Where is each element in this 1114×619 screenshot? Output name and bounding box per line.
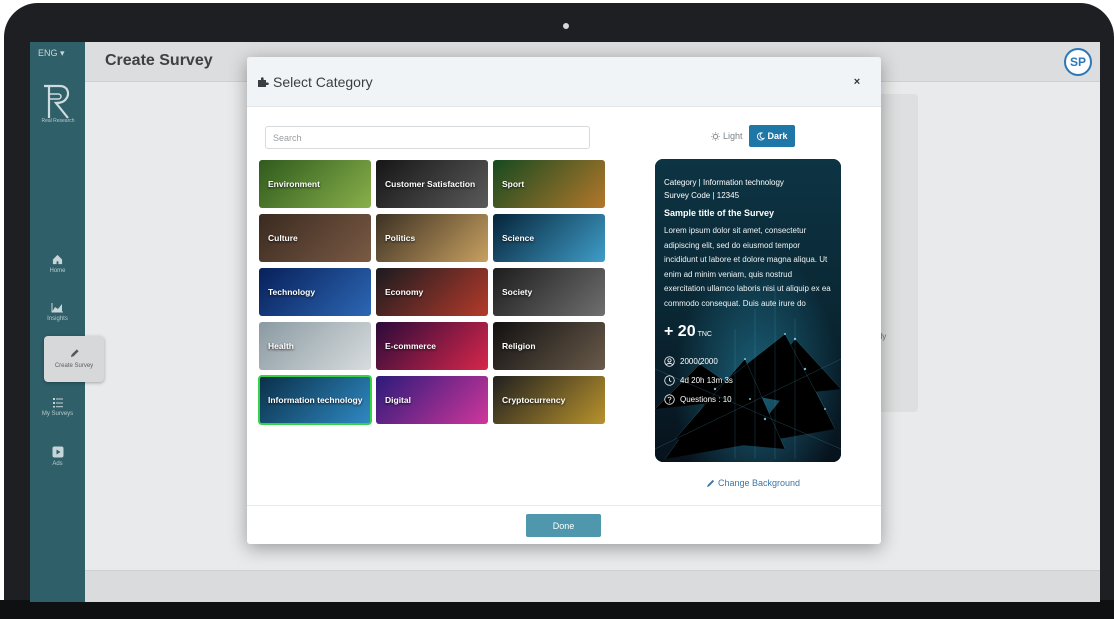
modal-title: Select Category <box>257 74 373 90</box>
app-footer <box>85 570 1100 602</box>
sidebar-item-label: My Surveys <box>41 411 74 417</box>
dark-theme-button[interactable]: Dark <box>748 125 795 147</box>
category-tile[interactable]: Customer Satisfaction <box>376 160 488 208</box>
category-tile[interactable]: Religion <box>493 322 605 370</box>
category-label: Health <box>268 341 294 351</box>
category-label: Society <box>502 287 533 297</box>
category-tile[interactable]: Environment <box>259 160 371 208</box>
category-tile[interactable]: Economy <box>376 268 488 316</box>
sidebar-item-my-surveys[interactable]: My Surveys <box>30 396 85 417</box>
category-tile[interactable]: Technology <box>259 268 371 316</box>
category-label: Religion <box>502 341 536 351</box>
pencil-icon <box>70 349 79 358</box>
category-label: Customer Satisfaction <box>385 179 476 189</box>
category-label: Sport <box>502 179 525 189</box>
time-left-row: 4d 20h 13m 3s <box>664 371 834 390</box>
chart-icon <box>51 303 63 313</box>
brush-icon <box>706 479 715 487</box>
sidebar-item-home[interactable]: Home <box>30 254 85 274</box>
category-tile[interactable]: Culture <box>259 214 371 262</box>
category-label: Information technology <box>268 395 363 405</box>
preview-description: Lorem ipsum dolor sit amet, consectetur … <box>664 226 831 308</box>
camera-dot <box>563 23 569 29</box>
category-label: Economy <box>385 287 424 297</box>
home-icon <box>52 254 63 265</box>
category-label: Technology <box>268 287 316 297</box>
brand-text: Real Research <box>41 118 75 124</box>
category-label: Cryptocurrency <box>502 395 566 405</box>
play-icon <box>52 446 63 458</box>
preview-title: Sample title of the Survey <box>664 208 775 218</box>
laptop-bezel-bottom <box>0 600 1114 619</box>
select-category-modal: Select Category × Environment Customer Sa… <box>247 57 881 544</box>
change-background-link[interactable]: Change Background <box>706 478 800 488</box>
brand-logo <box>44 84 70 119</box>
participants-icon <box>664 356 675 367</box>
category-tile[interactable]: Digital <box>376 376 488 424</box>
sidebar-item-label: Insights <box>47 316 68 322</box>
close-button[interactable]: × <box>851 76 863 88</box>
reward-amount: + 20 <box>664 323 696 340</box>
category-grid: Environment Customer Satisfaction Sport Cul… <box>258 160 607 425</box>
sidebar-item-insights[interactable]: Insights <box>30 302 85 322</box>
preview-survey-code: Survey Code | 12345 <box>664 191 740 200</box>
sidebar-item-label: Ads <box>52 461 63 467</box>
language-label: ENG <box>38 48 58 58</box>
preview-category: Category | Information technology <box>664 178 784 187</box>
light-theme-button[interactable]: Light <box>711 131 743 141</box>
preview-reward: + 20 TNC <box>664 323 834 341</box>
time-left: 4d 20h 13m 3s <box>680 376 733 385</box>
sidebar: ENG ▾ Real Research Home Insights My Sur… <box>30 42 85 602</box>
sidebar-item-label: Home <box>49 268 66 274</box>
category-tile[interactable]: Information technology <box>258 375 372 425</box>
clock-icon <box>664 375 675 386</box>
puzzle-icon <box>258 77 269 87</box>
modal-title-text: Select Category <box>273 74 373 90</box>
light-theme-label: Light <box>723 131 743 141</box>
sidebar-item-label: Create Survey <box>54 363 94 369</box>
dark-theme-label: Dark <box>767 131 788 141</box>
category-label: Digital <box>385 395 411 405</box>
category-label: E-commerce <box>385 341 437 351</box>
page-title: Create Survey <box>105 52 213 69</box>
category-tile[interactable]: Sport <box>493 160 605 208</box>
category-label: Culture <box>268 233 298 243</box>
participants-row: 2000/2000 <box>664 352 834 371</box>
search-input[interactable] <box>265 126 590 149</box>
category-label: Science <box>502 233 535 243</box>
preview-meta: 2000/2000 4d 20h 13m 3s Questions : 10 <box>664 352 834 409</box>
sun-icon <box>711 131 720 141</box>
done-button[interactable]: Done <box>526 514 601 537</box>
category-tile[interactable]: Cryptocurrency <box>493 376 605 424</box>
category-label: Environment <box>268 179 320 189</box>
language-selector[interactable]: ENG ▾ <box>38 48 65 59</box>
survey-preview-card: Category | Information technology Survey… <box>655 159 841 462</box>
sidebar-item-ads[interactable]: Ads <box>30 446 85 467</box>
list-icon <box>52 398 63 408</box>
question-icon <box>664 394 675 405</box>
category-label: Politics <box>385 233 416 243</box>
category-tile[interactable]: Society <box>493 268 605 316</box>
change-background-label: Change Background <box>718 478 801 488</box>
category-tile[interactable]: Science <box>493 214 605 262</box>
category-tile[interactable]: Health <box>259 322 371 370</box>
participants-count: 2000/2000 <box>680 357 718 366</box>
sidebar-item-create-survey[interactable]: Create Survey <box>44 336 104 382</box>
reward-currency: TNC <box>697 331 712 338</box>
modal-footer: Done <box>247 505 881 544</box>
theme-toggle: Light Dark <box>711 125 795 147</box>
category-tile[interactable]: E-commerce <box>376 322 488 370</box>
modal-header: Select Category × <box>247 57 881 107</box>
preview-content: Category | Information technology Survey… <box>664 176 834 409</box>
avatar[interactable]: SP <box>1064 48 1092 76</box>
moon-icon <box>756 131 765 140</box>
questions-row: Questions : 10 <box>664 390 834 409</box>
questions-count: Questions : 10 <box>680 395 732 404</box>
category-tile[interactable]: Politics <box>376 214 488 262</box>
